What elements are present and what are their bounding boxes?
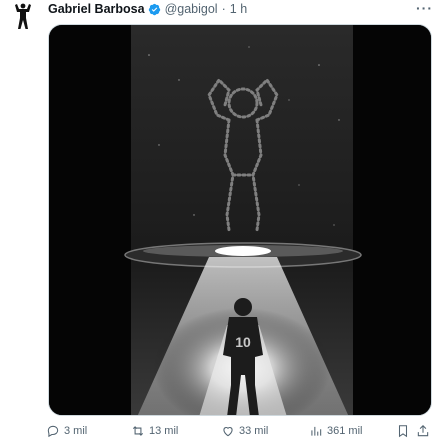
- header-separator: ·: [221, 2, 226, 16]
- retweet-button[interactable]: 13 mil: [131, 424, 178, 438]
- tweet[interactable]: Gabriel Barbosa @gabigol · 1 h ··· 10 3 …: [0, 0, 441, 445]
- tweet-media-image[interactable]: 10: [48, 24, 432, 416]
- like-icon: [223, 427, 233, 437]
- views-icon: [311, 426, 322, 436]
- share-button[interactable]: [416, 424, 430, 438]
- svg-text:10: 10: [235, 334, 251, 350]
- author-avatar[interactable]: [10, 2, 36, 32]
- reply-button[interactable]: 3 mil: [46, 424, 87, 438]
- tweet-header: Gabriel Barbosa @gabigol · 1 h: [48, 1, 433, 17]
- retweet-icon: [132, 426, 144, 436]
- reply-count: 3 mil: [64, 425, 88, 437]
- like-count: 33 mil: [239, 425, 269, 437]
- share-icon: [417, 425, 429, 437]
- like-button[interactable]: 33 mil: [221, 424, 268, 438]
- views-count: 361 mil: [327, 425, 363, 437]
- verified-icon: [148, 3, 160, 15]
- tweet-actions: 3 mil 13 mil 33 mil 361 mil: [44, 421, 435, 441]
- author-name[interactable]: Gabriel Barbosa: [48, 2, 145, 16]
- bookmark-button[interactable]: [396, 424, 410, 438]
- reply-icon: [47, 425, 59, 438]
- tweet-timestamp[interactable]: 1 h: [230, 2, 247, 16]
- author-handle[interactable]: @gabigol: [165, 2, 218, 16]
- avatar-silhouette-icon: [15, 3, 31, 29]
- views-button[interactable]: 361 mil: [309, 424, 362, 438]
- media-artwork: 10: [49, 25, 431, 415]
- bookmark-icon: [398, 425, 408, 438]
- more-icon[interactable]: ···: [416, 0, 433, 16]
- retweet-count: 13 mil: [149, 425, 179, 437]
